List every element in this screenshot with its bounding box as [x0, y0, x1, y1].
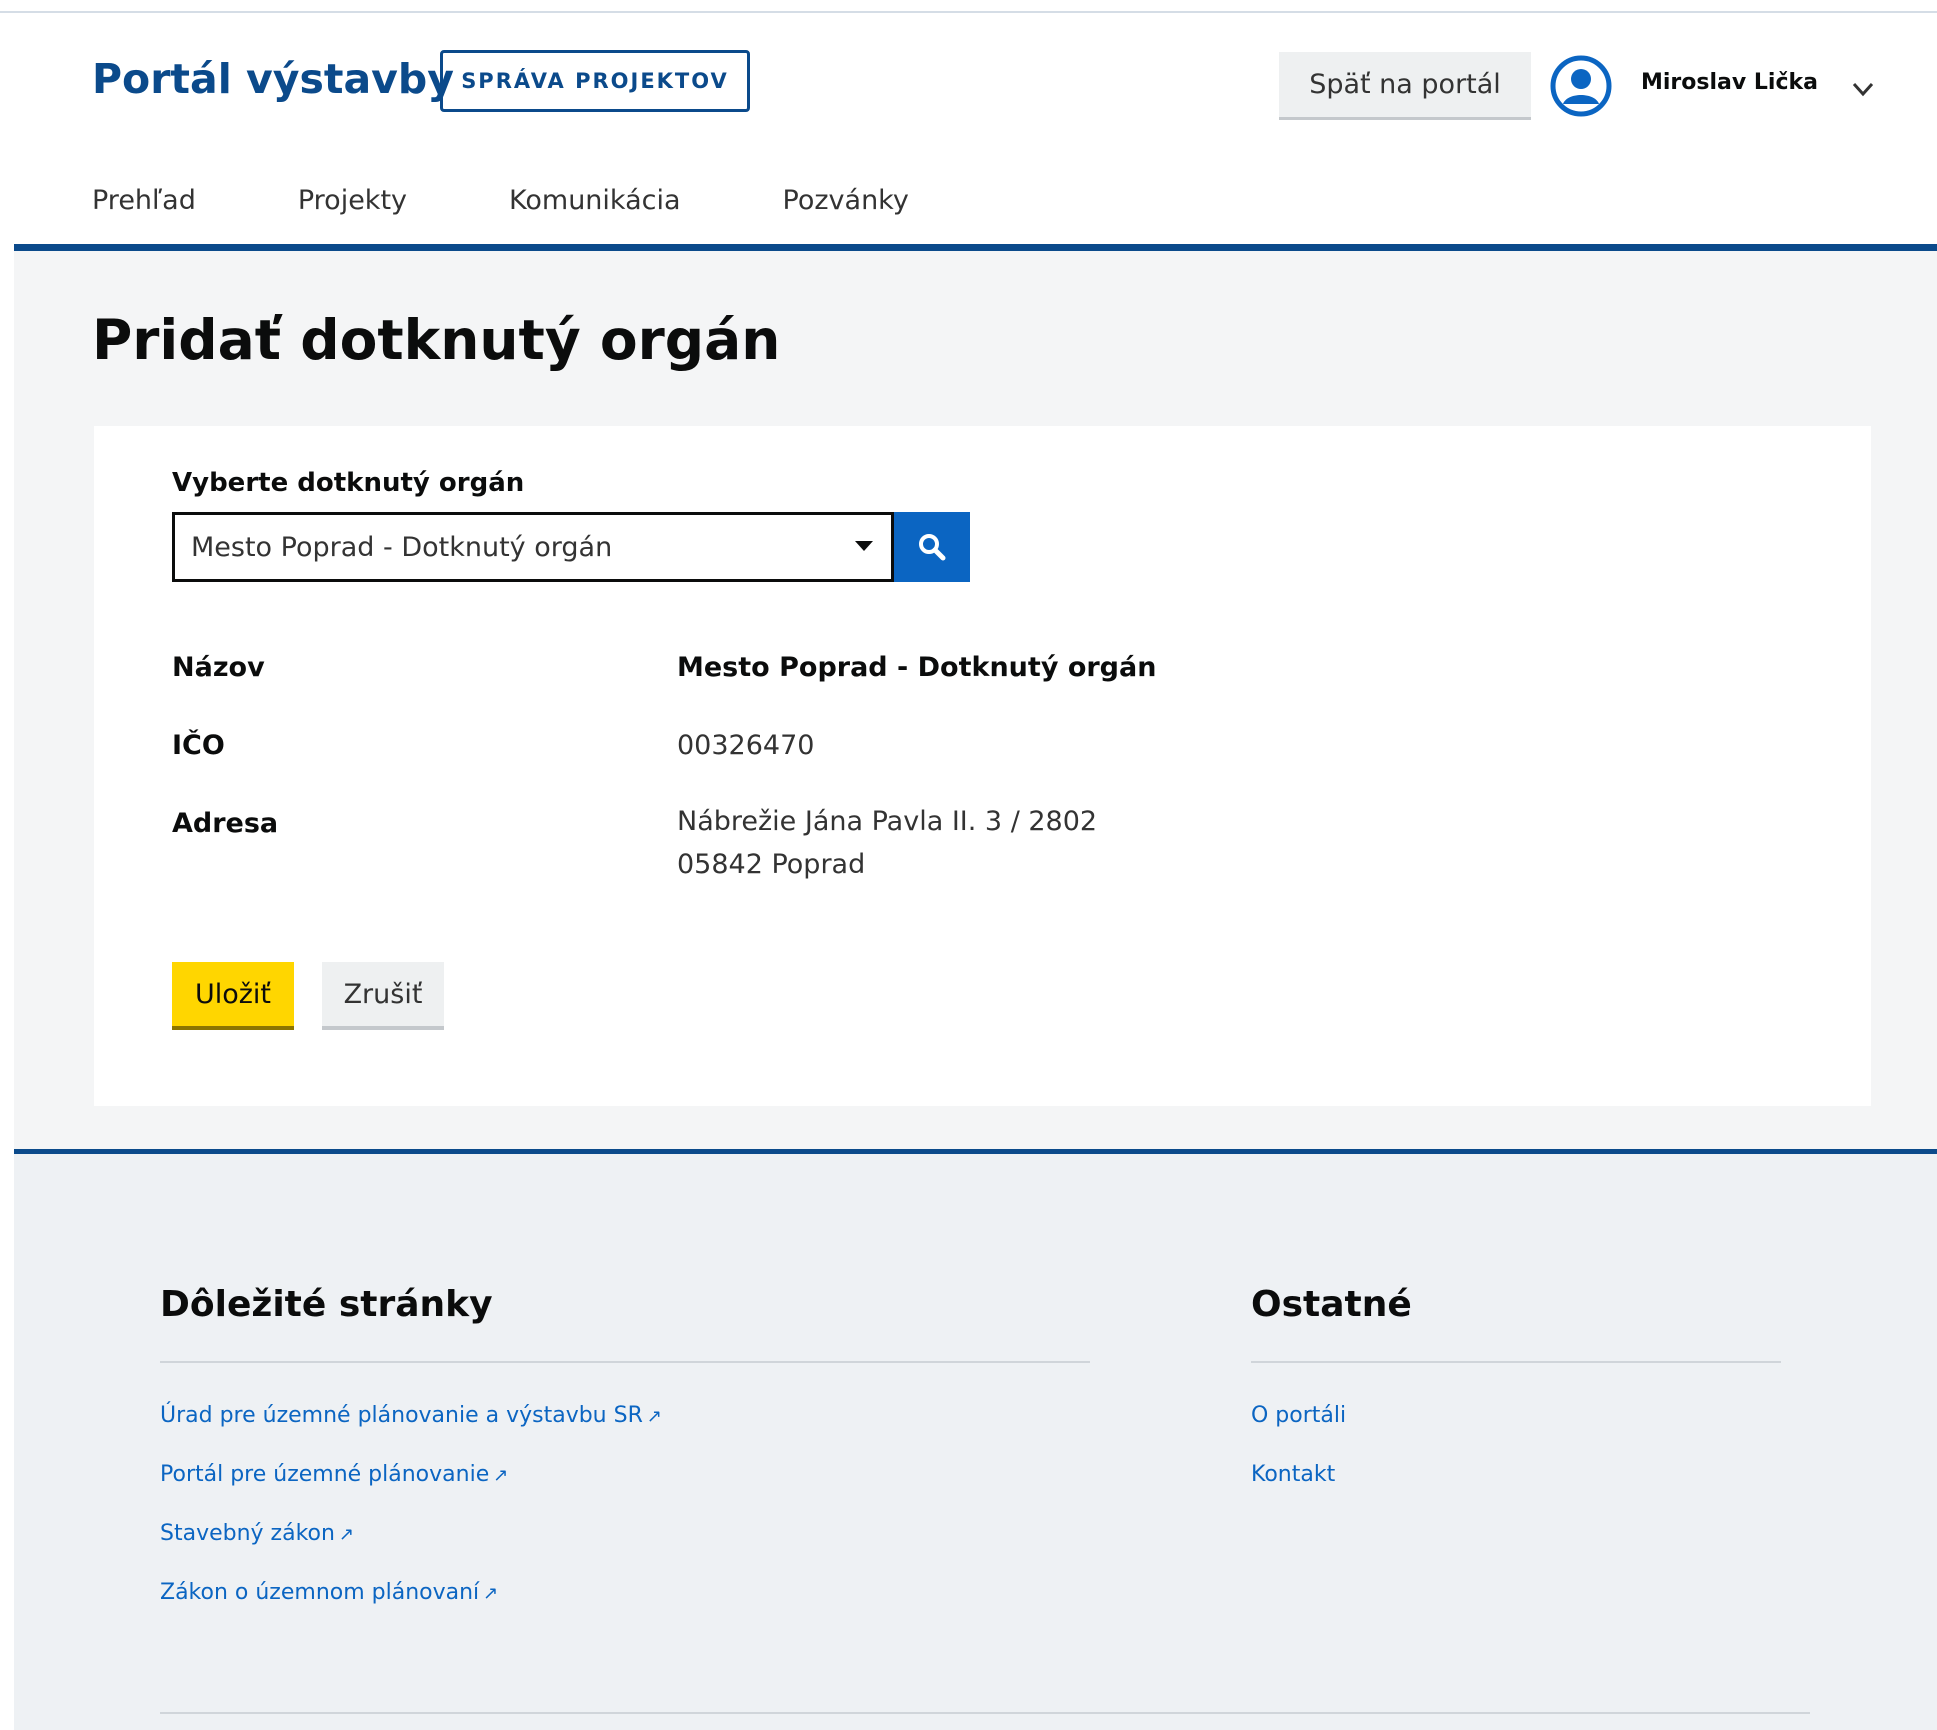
- footer-link[interactable]: Portál pre územné plánovanie ↗: [160, 1462, 1090, 1487]
- external-link-icon: ↗: [338, 1524, 355, 1545]
- user-name[interactable]: Miroslav Lička: [1641, 70, 1818, 95]
- footer-link-text: Zákon o územnom plánovaní: [160, 1580, 480, 1605]
- footer-heading: Dôležité stránky: [160, 1284, 493, 1325]
- main-nav: Prehľad Projekty Komunikácia Pozvánky: [92, 185, 1011, 216]
- footer-heading: Ostatné: [1251, 1284, 1412, 1325]
- form-actions: Uložiť Zrušiť: [172, 962, 444, 1030]
- user-avatar-icon[interactable]: [1549, 54, 1613, 118]
- authority-details: Názov Mesto Poprad - Dotknutý orgán IČO …: [172, 652, 1172, 886]
- footer-other: Ostatné O portáli Kontakt: [1251, 1284, 1781, 1521]
- top-strip: [0, 0, 1937, 13]
- main-content: Pridať dotknutý orgán Vyberte dotknutý o…: [14, 251, 1937, 1149]
- section-tag: SPRÁVA PROJEKTOV: [440, 50, 750, 112]
- nav-item-projekty[interactable]: Projekty: [298, 185, 407, 216]
- form-card: Vyberte dotknutý orgán Mesto Poprad - Do…: [94, 426, 1871, 1106]
- external-link-icon: ↗: [646, 1406, 662, 1427]
- address-line-2: 05842 Poprad: [677, 849, 866, 880]
- footer-link[interactable]: Zákon o územnom plánovaní ↗: [160, 1580, 1090, 1605]
- detail-row-address: Adresa Nábrežie Jána Pavla II. 3 / 2802 …: [172, 806, 1172, 886]
- footer-heading-divider: [1251, 1361, 1781, 1363]
- site-footer: Dôležité stránky Úrad pre územné plánova…: [14, 1154, 1937, 1730]
- search-icon: [919, 534, 946, 561]
- footer-link-text: Portál pre územné plánovanie: [160, 1462, 490, 1487]
- footer-important-pages: Dôležité stránky Úrad pre územné plánova…: [160, 1284, 1090, 1639]
- footer-link-text: Stavebný zákon: [160, 1521, 335, 1546]
- dropdown-arrow-icon[interactable]: [855, 541, 873, 551]
- nav-item-pozvanky[interactable]: Pozvánky: [783, 185, 909, 216]
- save-button[interactable]: Uložiť: [172, 962, 294, 1030]
- footer-link-about[interactable]: O portáli: [1251, 1403, 1781, 1428]
- footer-link[interactable]: Úrad pre územné plánovanie a výstavbu SR…: [160, 1403, 1090, 1428]
- footer-heading-divider: [160, 1361, 1090, 1363]
- nav-item-komunikacia[interactable]: Komunikácia: [509, 185, 681, 216]
- footer-link-contact[interactable]: Kontakt: [1251, 1462, 1781, 1487]
- detail-row-ico: IČO 00326470: [172, 730, 1172, 808]
- detail-value: 00326470: [677, 730, 815, 761]
- select-label: Vyberte dotknutý orgán: [172, 468, 525, 498]
- detail-row-name: Názov Mesto Poprad - Dotknutý orgán: [172, 652, 1172, 730]
- detail-key: Adresa: [172, 808, 279, 839]
- search-button[interactable]: [894, 512, 970, 582]
- detail-key: Názov: [172, 652, 265, 683]
- address-line-1: Nábrežie Jána Pavla II. 3 / 2802: [677, 806, 1098, 837]
- external-link-icon: ↗: [483, 1583, 499, 1604]
- detail-value: Nábrežie Jána Pavla II. 3 / 2802 05842 P…: [677, 800, 1097, 886]
- back-to-portal-button[interactable]: Späť na portál: [1279, 52, 1531, 120]
- footer-bottom-divider: [160, 1712, 1810, 1714]
- footer-link-text: Úrad pre územné plánovanie a výstavbu SR: [160, 1403, 643, 1428]
- site-header: Portál výstavby SPRÁVA PROJEKTOV Späť na…: [14, 15, 1937, 250]
- brand-title[interactable]: Portál výstavby: [92, 55, 454, 103]
- authority-select[interactable]: Mesto Poprad - Dotknutý orgán: [172, 512, 894, 582]
- cancel-button[interactable]: Zrušiť: [322, 962, 444, 1030]
- header-divider: [14, 244, 1937, 251]
- detail-value: Mesto Poprad - Dotknutý orgán: [677, 652, 1157, 683]
- footer-link[interactable]: Stavebný zákon ↗: [160, 1521, 1090, 1546]
- detail-key: IČO: [172, 730, 225, 761]
- page-title: Pridať dotknutý orgán: [92, 308, 781, 372]
- nav-item-prehlad[interactable]: Prehľad: [92, 185, 196, 216]
- external-link-icon: ↗: [493, 1465, 509, 1486]
- chevron-down-icon[interactable]: [1849, 75, 1877, 103]
- select-value: Mesto Poprad - Dotknutý orgán: [191, 531, 613, 563]
